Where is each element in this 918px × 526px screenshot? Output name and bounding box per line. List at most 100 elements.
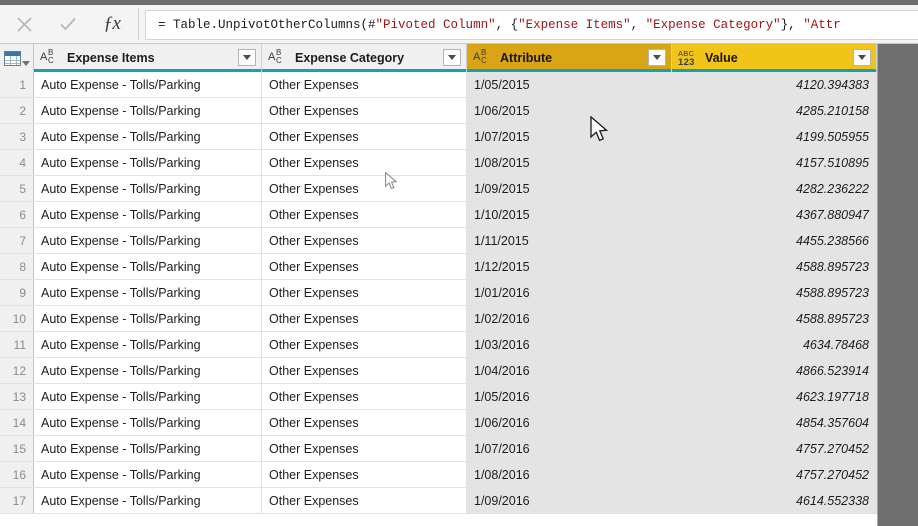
column-header-expense-category[interactable]: ABCExpense Category [262, 44, 467, 72]
row-number[interactable]: 4 [0, 150, 34, 175]
row-number[interactable]: 1 [0, 72, 34, 97]
cell-expense-category[interactable]: Other Expenses [262, 358, 467, 383]
cell-expense-items[interactable]: Auto Expense - Tolls/Parking [34, 150, 262, 175]
cell-expense-items[interactable]: Auto Expense - Tolls/Parking [34, 332, 262, 357]
cell-value[interactable]: 4120.394383 [672, 72, 877, 97]
cell-attribute[interactable]: 1/01/2016 [467, 280, 672, 305]
cell-value[interactable]: 4199.505955 [672, 124, 877, 149]
cell-expense-items[interactable]: Auto Expense - Tolls/Parking [34, 436, 262, 461]
cell-expense-items[interactable]: Auto Expense - Tolls/Parking [34, 202, 262, 227]
cell-expense-items[interactable]: Auto Expense - Tolls/Parking [34, 384, 262, 409]
row-number[interactable]: 8 [0, 254, 34, 279]
cell-expense-category[interactable]: Other Expenses [262, 228, 467, 253]
cell-expense-items[interactable]: Auto Expense - Tolls/Parking [34, 176, 262, 201]
cell-attribute[interactable]: 1/06/2016 [467, 410, 672, 435]
cell-attribute[interactable]: 1/04/2016 [467, 358, 672, 383]
cell-expense-category[interactable]: Other Expenses [262, 436, 467, 461]
cell-attribute[interactable]: 1/05/2016 [467, 384, 672, 409]
cell-expense-category[interactable]: Other Expenses [262, 462, 467, 487]
row-number[interactable]: 17 [0, 488, 34, 513]
cell-expense-category[interactable]: Other Expenses [262, 176, 467, 201]
fx-insert-function-button[interactable]: ƒx [90, 8, 134, 40]
row-number[interactable]: 11 [0, 332, 34, 357]
cell-value[interactable]: 4285.210158 [672, 98, 877, 123]
column-filter-attribute-chevron-down-icon[interactable] [648, 49, 666, 66]
table-row[interactable]: 10Auto Expense - Tolls/ParkingOther Expe… [0, 306, 877, 332]
cell-attribute[interactable]: 1/03/2016 [467, 332, 672, 357]
cell-expense-category[interactable]: Other Expenses [262, 384, 467, 409]
cell-attribute[interactable]: 1/06/2015 [467, 98, 672, 123]
cell-value[interactable]: 4157.510895 [672, 150, 877, 175]
cell-attribute[interactable]: 1/12/2015 [467, 254, 672, 279]
cell-value[interactable]: 4588.895723 [672, 280, 877, 305]
cell-value[interactable]: 4623.197718 [672, 384, 877, 409]
cell-value[interactable]: 4282.236222 [672, 176, 877, 201]
column-filter-value-chevron-down-icon[interactable] [853, 49, 871, 66]
row-number[interactable]: 6 [0, 202, 34, 227]
cell-expense-category[interactable]: Other Expenses [262, 488, 467, 513]
table-row[interactable]: 7Auto Expense - Tolls/ParkingOther Expen… [0, 228, 877, 254]
cell-attribute[interactable]: 1/08/2016 [467, 462, 672, 487]
table-row[interactable]: 9Auto Expense - Tolls/ParkingOther Expen… [0, 280, 877, 306]
cell-attribute[interactable]: 1/09/2015 [467, 176, 672, 201]
column-header-expense-items[interactable]: ABCExpense Items [34, 44, 262, 72]
cell-expense-items[interactable]: Auto Expense - Tolls/Parking [34, 462, 262, 487]
cell-expense-category[interactable]: Other Expenses [262, 254, 467, 279]
cell-value[interactable]: 4854.357604 [672, 410, 877, 435]
cell-expense-items[interactable]: Auto Expense - Tolls/Parking [34, 410, 262, 435]
table-row[interactable]: 17Auto Expense - Tolls/ParkingOther Expe… [0, 488, 877, 514]
cell-attribute[interactable]: 1/07/2016 [467, 436, 672, 461]
cancel-button[interactable] [2, 8, 46, 40]
cell-expense-items[interactable]: Auto Expense - Tolls/Parking [34, 124, 262, 149]
cell-value[interactable]: 4588.895723 [672, 254, 877, 279]
table-row[interactable]: 12Auto Expense - Tolls/ParkingOther Expe… [0, 358, 877, 384]
cell-expense-items[interactable]: Auto Expense - Tolls/Parking [34, 228, 262, 253]
cell-expense-items[interactable]: Auto Expense - Tolls/Parking [34, 488, 262, 513]
row-number[interactable]: 2 [0, 98, 34, 123]
row-number[interactable]: 10 [0, 306, 34, 331]
cell-attribute[interactable]: 1/08/2015 [467, 150, 672, 175]
cell-expense-category[interactable]: Other Expenses [262, 202, 467, 227]
table-row[interactable]: 2Auto Expense - Tolls/ParkingOther Expen… [0, 98, 877, 124]
cell-expense-items[interactable]: Auto Expense - Tolls/Parking [34, 306, 262, 331]
row-number[interactable]: 12 [0, 358, 34, 383]
select-all-table-button[interactable] [0, 44, 34, 72]
table-row[interactable]: 6Auto Expense - Tolls/ParkingOther Expen… [0, 202, 877, 228]
cell-expense-items[interactable]: Auto Expense - Tolls/Parking [34, 72, 262, 97]
row-number[interactable]: 15 [0, 436, 34, 461]
cell-value[interactable]: 4455.238566 [672, 228, 877, 253]
formula-input[interactable]: = Table.UnpivotOtherColumns(#"Pivoted Co… [145, 10, 918, 40]
table-row[interactable]: 11Auto Expense - Tolls/ParkingOther Expe… [0, 332, 877, 358]
cell-attribute[interactable]: 1/10/2015 [467, 202, 672, 227]
accept-button[interactable] [46, 8, 90, 40]
cell-value[interactable]: 4634.78468 [672, 332, 877, 357]
table-row[interactable]: 16Auto Expense - Tolls/ParkingOther Expe… [0, 462, 877, 488]
table-row[interactable]: 15Auto Expense - Tolls/ParkingOther Expe… [0, 436, 877, 462]
cell-attribute[interactable]: 1/05/2015 [467, 72, 672, 97]
cell-value[interactable]: 4757.270452 [672, 436, 877, 461]
row-number[interactable]: 3 [0, 124, 34, 149]
cell-expense-category[interactable]: Other Expenses [262, 150, 467, 175]
cell-attribute[interactable]: 1/02/2016 [467, 306, 672, 331]
column-header-value[interactable]: ABC123Value [672, 44, 877, 72]
cell-expense-items[interactable]: Auto Expense - Tolls/Parking [34, 254, 262, 279]
cell-expense-category[interactable]: Other Expenses [262, 410, 467, 435]
table-row[interactable]: 5Auto Expense - Tolls/ParkingOther Expen… [0, 176, 877, 202]
cell-expense-items[interactable]: Auto Expense - Tolls/Parking [34, 280, 262, 305]
table-row[interactable]: 4Auto Expense - Tolls/ParkingOther Expen… [0, 150, 877, 176]
cell-value[interactable]: 4588.895723 [672, 306, 877, 331]
cell-expense-category[interactable]: Other Expenses [262, 98, 467, 123]
row-number[interactable]: 5 [0, 176, 34, 201]
column-filter-expense-items-chevron-down-icon[interactable] [238, 49, 256, 66]
table-row[interactable]: 8Auto Expense - Tolls/ParkingOther Expen… [0, 254, 877, 280]
table-row[interactable]: 14Auto Expense - Tolls/ParkingOther Expe… [0, 410, 877, 436]
cell-expense-category[interactable]: Other Expenses [262, 332, 467, 357]
cell-expense-items[interactable]: Auto Expense - Tolls/Parking [34, 98, 262, 123]
cell-expense-category[interactable]: Other Expenses [262, 124, 467, 149]
cell-value[interactable]: 4367.880947 [672, 202, 877, 227]
table-row[interactable]: 3Auto Expense - Tolls/ParkingOther Expen… [0, 124, 877, 150]
cell-expense-items[interactable]: Auto Expense - Tolls/Parking [34, 358, 262, 383]
table-row[interactable]: 13Auto Expense - Tolls/ParkingOther Expe… [0, 384, 877, 410]
cell-attribute[interactable]: 1/09/2016 [467, 488, 672, 513]
column-header-attribute[interactable]: ABCAttribute [467, 44, 672, 72]
